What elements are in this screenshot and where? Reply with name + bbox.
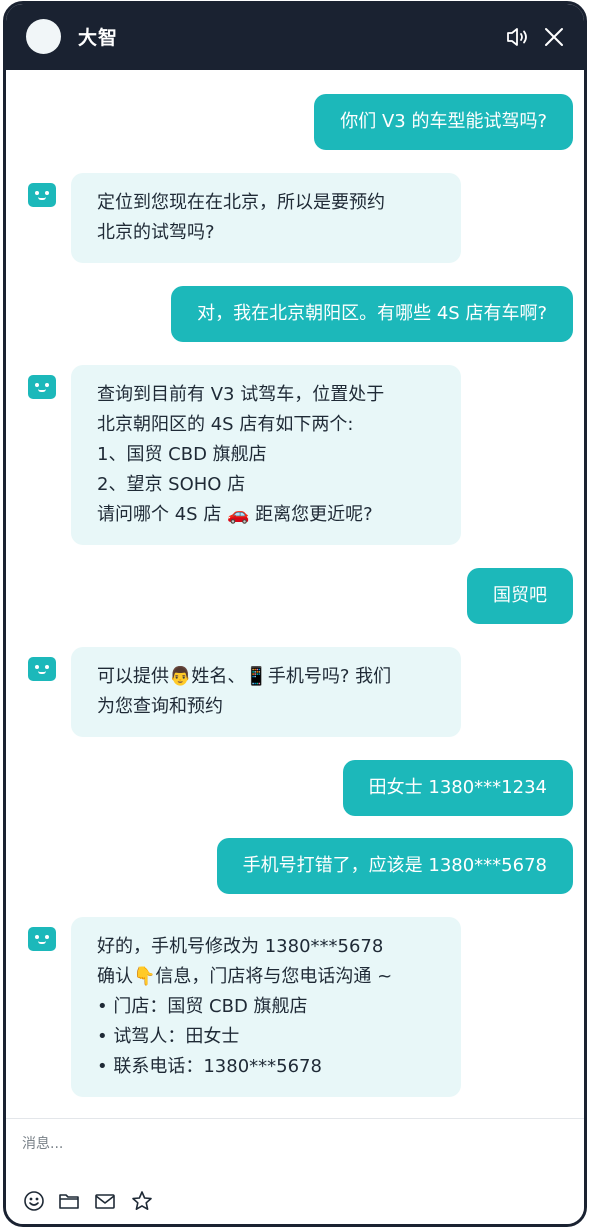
bot-message: 定位到您现在在北京，所以是要预约 北京的试驾吗? — [71, 173, 461, 263]
chat-title: 大智 — [78, 27, 119, 49]
bot-avatar-icon — [28, 657, 56, 681]
user-message: 国贸吧 — [467, 568, 573, 624]
emoji-icon[interactable] — [22, 1189, 46, 1213]
message-list: 你们 V3 的车型能试驾吗? 定位到您现在在北京，所以是要预约 北京的试驾吗? … — [6, 70, 584, 1120]
folder-icon[interactable] — [57, 1189, 81, 1213]
user-message: 对，我在北京朝阳区。有哪些 4S 店有车啊? — [171, 286, 573, 342]
bot-avatar-icon — [28, 375, 56, 399]
close-icon[interactable] — [541, 24, 567, 50]
chat-window: 大智 你们 V3 的车型能试驾吗? 定位到您现在在北京，所以是要预约 北京的试驾… — [3, 1, 587, 1227]
bot-message: 查询到目前有 V3 试驾车，位置处于 北京朝阳区的 4S 店有如下两个: 1、国… — [71, 365, 461, 545]
chat-header: 大智 — [6, 4, 584, 70]
user-message: 你们 V3 的车型能试驾吗? — [314, 94, 573, 150]
star-icon[interactable] — [130, 1189, 154, 1213]
speaker-icon[interactable] — [505, 24, 531, 50]
user-message: 田女士 1380***1234 — [342, 760, 573, 816]
user-message: 手机号打错了，应该是 1380***5678 — [216, 838, 573, 894]
composer — [6, 1118, 584, 1224]
bot-avatar-icon — [28, 183, 56, 207]
message-input[interactable] — [20, 1131, 560, 1157]
avatar — [26, 19, 61, 54]
mail-icon[interactable] — [93, 1189, 117, 1213]
bot-message: 好的，手机号修改为 1380***5678 确认👇信息，门店将与您电话沟通 ~ … — [71, 917, 461, 1097]
bot-avatar-icon — [28, 927, 56, 951]
bot-message: 可以提供👨姓名、📱手机号吗? 我们 为您查询和预约 — [71, 647, 461, 737]
